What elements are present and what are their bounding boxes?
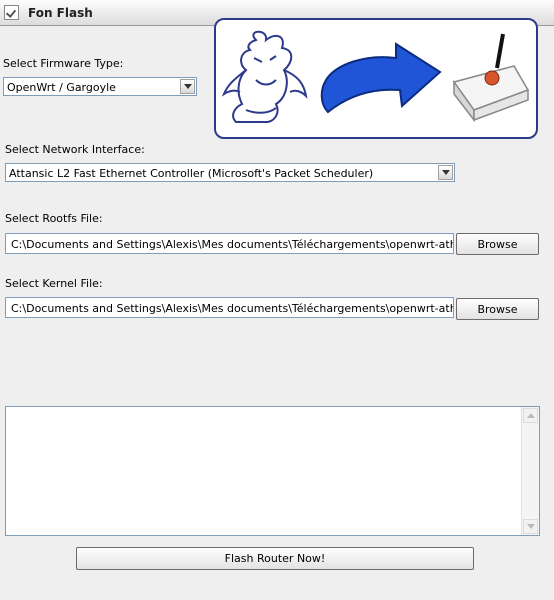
log-output-area[interactable]	[5, 406, 540, 536]
window-title: Fon Flash	[28, 6, 93, 20]
banner-image	[214, 18, 538, 139]
rootfs-file-label: Select Rootfs File:	[5, 212, 103, 225]
rootfs-file-path: C:\Documents and Settings\Alexis\Mes doc…	[11, 238, 453, 251]
vertical-scrollbar[interactable]	[521, 407, 539, 535]
rootfs-browse-button[interactable]: Browse	[456, 233, 539, 255]
blue-arrow-shape	[320, 42, 442, 114]
flash-router-button[interactable]: Flash Router Now!	[76, 547, 474, 570]
network-interface-label: Select Network Interface:	[5, 143, 145, 156]
kernel-file-path: C:\Documents and Settings\Alexis\Mes doc…	[11, 302, 453, 315]
firmware-type-dropdown[interactable]: OpenWrt / Gargoyle	[3, 77, 197, 96]
firmware-type-value: OpenWrt / Gargoyle	[7, 81, 116, 94]
app-icon	[4, 5, 19, 20]
chevron-down-icon[interactable]	[180, 79, 195, 94]
kernel-file-label: Select Kernel File:	[5, 277, 103, 290]
network-interface-dropdown[interactable]: Attansic L2 Fast Ethernet Controller (Mi…	[5, 163, 455, 182]
chevron-down-icon[interactable]	[438, 165, 453, 180]
router-device	[452, 33, 530, 123]
scroll-up-icon[interactable]	[523, 408, 538, 423]
rootfs-file-input[interactable]: C:\Documents and Settings\Alexis\Mes doc…	[5, 233, 454, 254]
gargoyle-logo	[221, 30, 308, 123]
firmware-type-label: Select Firmware Type:	[3, 57, 124, 70]
kernel-browse-button[interactable]: Browse	[456, 298, 539, 320]
network-interface-value: Attansic L2 Fast Ethernet Controller (Mi…	[9, 167, 374, 180]
kernel-file-input[interactable]: C:\Documents and Settings\Alexis\Mes doc…	[5, 297, 454, 318]
gargoyle-to-router-illustration	[221, 30, 530, 123]
scroll-down-icon[interactable]	[523, 519, 538, 534]
